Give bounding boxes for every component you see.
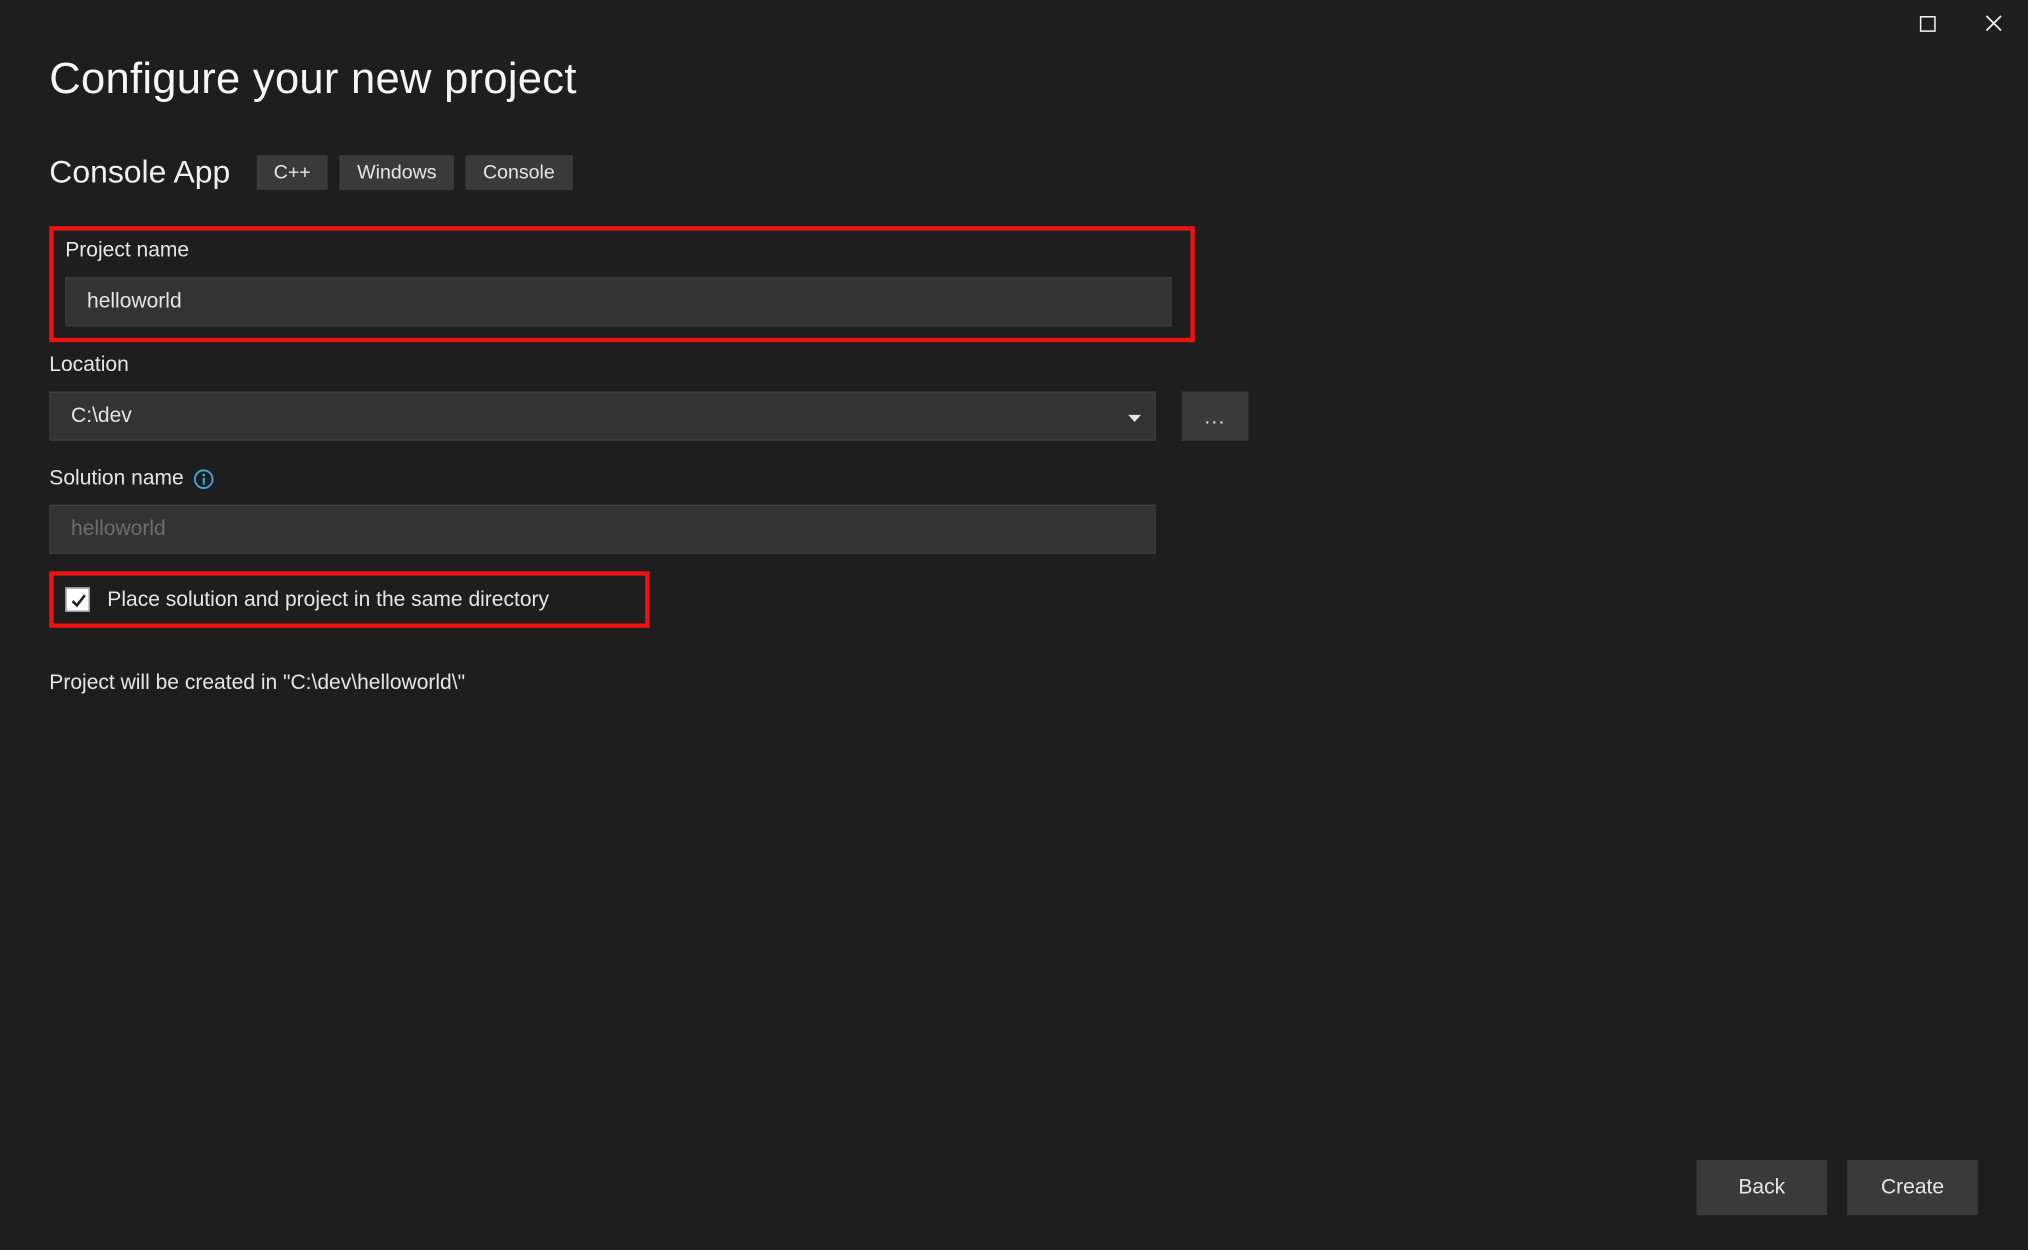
same-directory-highlight: Place solution and project in the same d… [49, 571, 649, 628]
tag-console: Console [466, 155, 573, 190]
location-input[interactable] [49, 392, 1155, 441]
project-path-note: Project will be created in "C:\dev\hello… [49, 671, 1978, 694]
project-name-input[interactable] [65, 277, 1171, 326]
browse-button[interactable]: ... [1182, 392, 1249, 441]
create-button[interactable]: Create [1847, 1160, 1978, 1215]
solution-name-input [49, 505, 1155, 554]
checkmark-icon [69, 591, 86, 608]
info-icon[interactable] [192, 467, 215, 490]
same-directory-label: Place solution and project in the same d… [107, 588, 549, 611]
close-button[interactable] [1960, 0, 2027, 46]
page-title: Configure your new project [49, 55, 1978, 104]
maximize-button[interactable] [1894, 0, 1961, 46]
project-name-label: Project name [65, 239, 1179, 262]
tag-windows: Windows [340, 155, 454, 190]
tag-cpp: C++ [256, 155, 328, 190]
location-label: Location [49, 354, 1978, 377]
solution-name-label-text: Solution name [49, 467, 183, 490]
checkbox-box[interactable] [65, 587, 90, 612]
window-controls [1894, 0, 2027, 46]
location-combobox[interactable] [49, 392, 1155, 441]
template-tags: C++ Windows Console [256, 155, 572, 190]
template-name: Console App [49, 154, 230, 192]
solution-name-label: Solution name [49, 467, 1978, 490]
project-name-highlight: Project name [49, 226, 1195, 342]
back-button[interactable]: Back [1697, 1160, 1828, 1215]
same-directory-checkbox[interactable]: Place solution and project in the same d… [62, 581, 636, 617]
